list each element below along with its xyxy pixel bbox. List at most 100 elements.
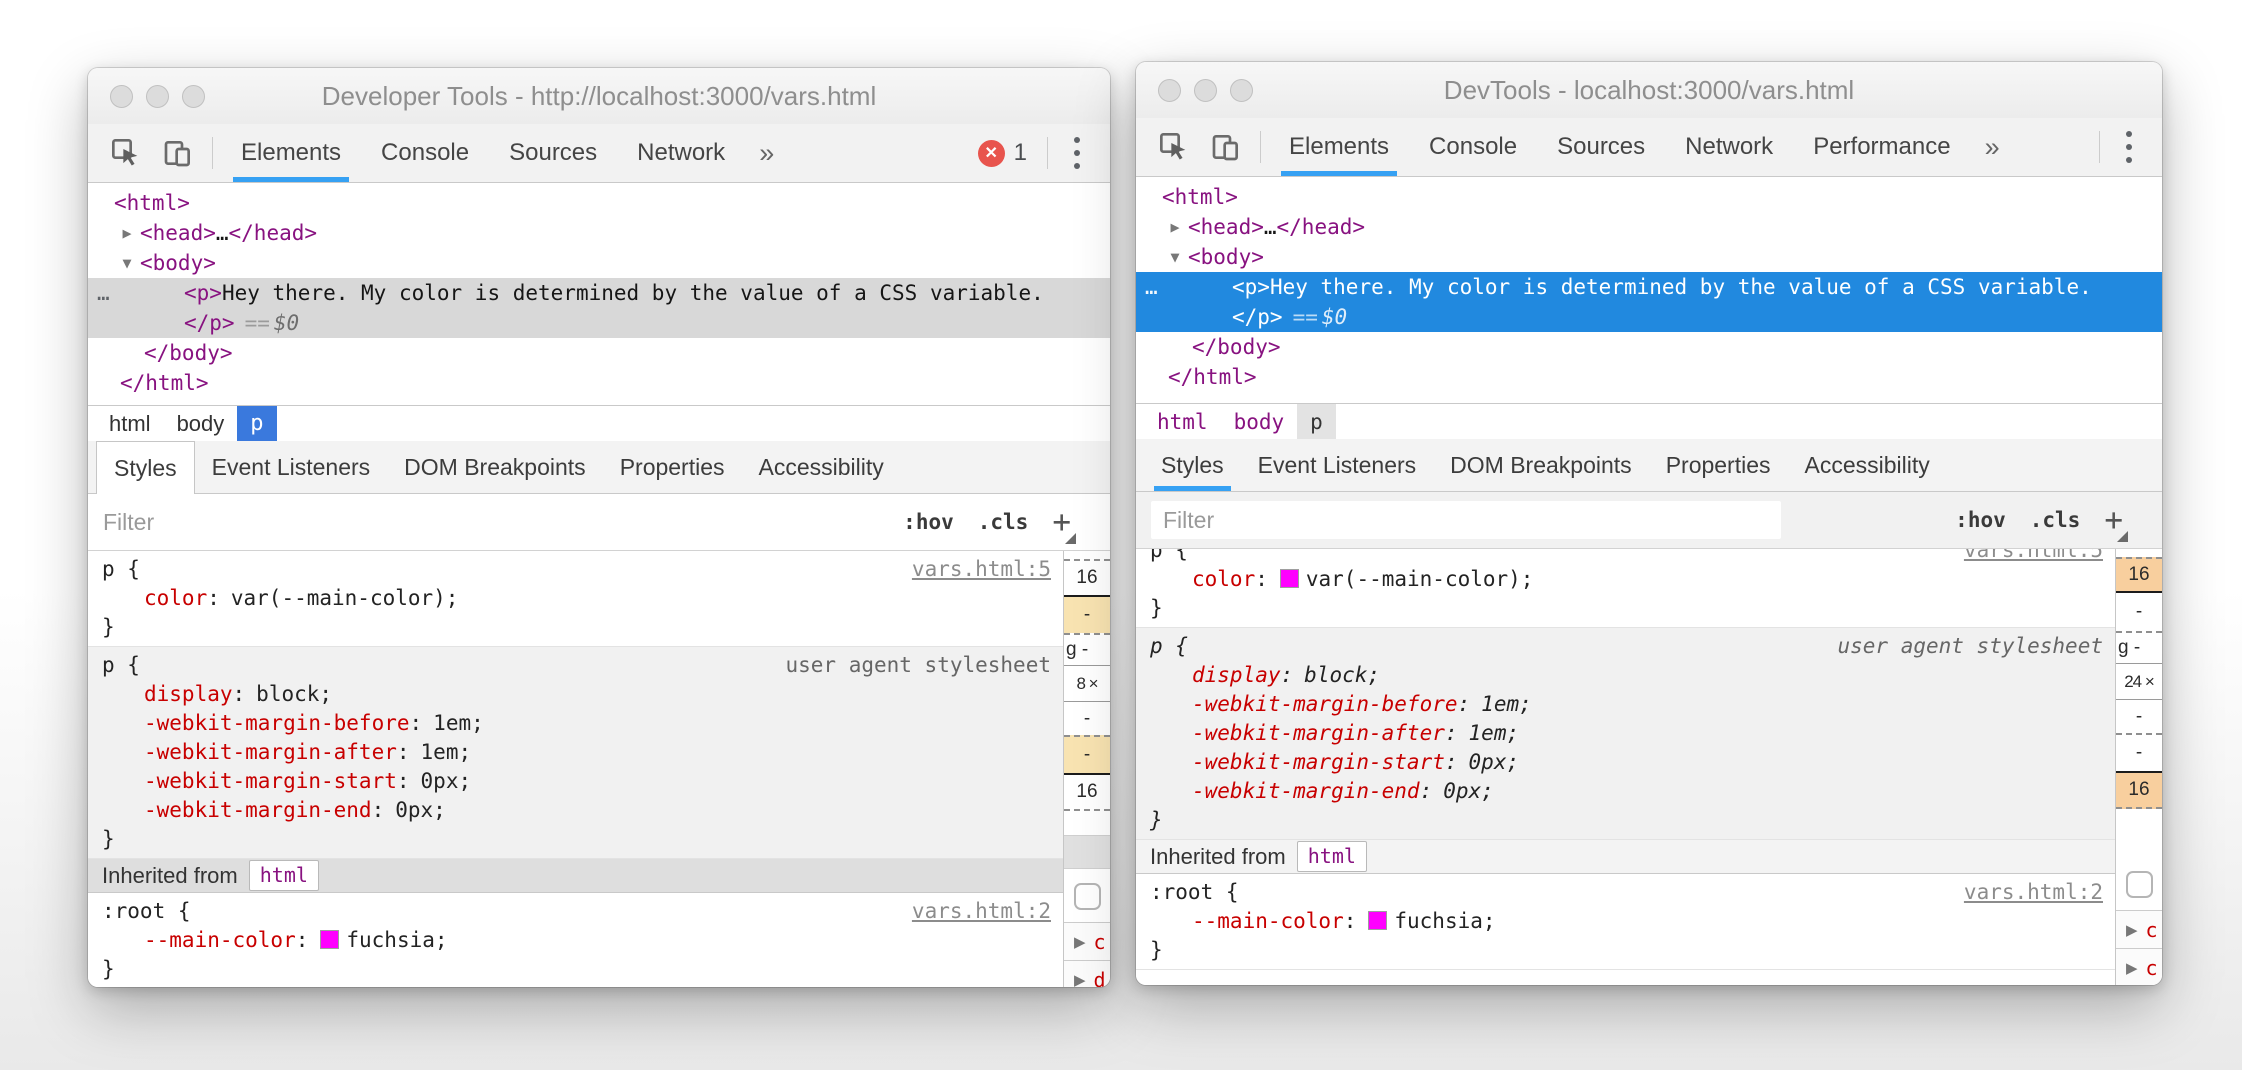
kebab-menu-icon[interactable] (2108, 118, 2150, 176)
tab-network[interactable]: Network (1665, 118, 1793, 176)
box-model-margin-bottom[interactable]: 16 (1064, 773, 1110, 811)
box-model-content[interactable]: 24 × (2116, 663, 2162, 699)
css-property[interactable]: -webkit-margin-end:0px; (1150, 777, 2101, 806)
css-property[interactable]: -webkit-margin-before:1em; (1150, 690, 2101, 719)
dom-node-html-close[interactable]: </html> (1136, 362, 2162, 392)
titlebar[interactable]: DevTools - localhost:3000/vars.html (1136, 62, 2162, 118)
source-link[interactable]: vars.html:5 (1964, 549, 2103, 565)
tab-elements[interactable]: Elements (1269, 118, 1409, 176)
rule-selector[interactable]: p { (1150, 549, 2101, 565)
source-link[interactable]: vars.html:2 (912, 897, 1051, 926)
breadcrumb-html[interactable]: html (1144, 404, 1221, 439)
filter-input[interactable]: Filter (1151, 501, 1781, 539)
computed-property-row[interactable]: ▶c (2116, 948, 2162, 985)
hover-state-button[interactable]: :hov (903, 510, 954, 534)
css-property[interactable]: -webkit-margin-start:0px; (1150, 748, 2101, 777)
kebab-menu-icon[interactable] (1056, 124, 1098, 182)
filter-input[interactable]: Filter (103, 509, 154, 536)
computed-property-row[interactable]: ▶c (2116, 910, 2162, 948)
more-tabs-icon[interactable]: » (1971, 118, 2014, 176)
css-property[interactable]: -webkit-margin-start:0px; (102, 767, 1049, 796)
error-count-badge[interactable]: ✕ 1 (966, 124, 1039, 182)
device-toolbar-icon[interactable] (152, 124, 204, 182)
css-property[interactable]: display:block; (1150, 661, 2101, 690)
dom-node-body[interactable]: ▼<body> (1136, 242, 2162, 272)
tab-dom-breakpoints[interactable]: DOM Breakpoints (387, 441, 603, 493)
show-all-checkbox[interactable] (2126, 871, 2153, 898)
tab-properties[interactable]: Properties (603, 441, 742, 493)
box-model-border[interactable]: - (1064, 735, 1110, 773)
box-model-border[interactable]: - (1064, 595, 1110, 633)
css-property[interactable]: -webkit-margin-before:1em; (102, 709, 1049, 738)
chevron-right-icon[interactable]: ▶ (114, 218, 140, 248)
box-model-content[interactable]: 8 × (1064, 665, 1110, 701)
box-model-padding[interactable]: - (2116, 699, 2162, 733)
dom-node-html[interactable]: <html> (1136, 182, 2162, 212)
inspect-icon[interactable] (1148, 118, 1200, 176)
tab-properties[interactable]: Properties (1649, 439, 1788, 491)
color-swatch[interactable] (1368, 911, 1387, 930)
tab-accessibility[interactable]: Accessibility (742, 441, 901, 493)
breadcrumb-body[interactable]: body (164, 406, 238, 441)
inherited-node-link[interactable]: html (249, 860, 319, 891)
close-button[interactable] (110, 85, 133, 108)
css-property[interactable]: --main-color:fuchsia; (1150, 907, 2101, 936)
tab-network[interactable]: Network (617, 124, 745, 182)
tab-elements[interactable]: Elements (221, 124, 361, 182)
dom-node-head[interactable]: ▶<head>…</head> (1136, 212, 2162, 242)
css-property[interactable]: color:var(--main-color); (102, 584, 1049, 613)
box-model-border[interactable]: - (2116, 733, 2162, 771)
tab-dom-breakpoints[interactable]: DOM Breakpoints (1433, 439, 1649, 491)
dom-node-head[interactable]: ▶<head>…</head> (88, 218, 1110, 248)
breadcrumb-html[interactable]: html (96, 406, 164, 441)
tab-console[interactable]: Console (361, 124, 489, 182)
tab-event-listeners[interactable]: Event Listeners (1241, 439, 1434, 491)
chevron-down-icon[interactable]: ▼ (114, 248, 140, 278)
dom-node-html[interactable]: <html> (88, 188, 1110, 218)
dom-node-p-selected[interactable]: …<p>Hey there. My color is determined by… (88, 278, 1110, 338)
color-swatch[interactable] (1280, 569, 1299, 588)
minimize-button[interactable] (146, 85, 169, 108)
tab-accessibility[interactable]: Accessibility (1788, 439, 1947, 491)
tab-sources[interactable]: Sources (1537, 118, 1665, 176)
tab-event-listeners[interactable]: Event Listeners (195, 441, 388, 493)
dom-node-body-close[interactable]: </body> (88, 338, 1110, 368)
tab-console[interactable]: Console (1409, 118, 1537, 176)
css-property[interactable]: display:block; (102, 680, 1049, 709)
tab-styles[interactable]: Styles (96, 441, 195, 494)
tab-performance[interactable]: Performance (1793, 118, 1970, 176)
css-property[interactable]: --main-color:fuchsia; (102, 926, 1049, 955)
zoom-button[interactable] (182, 85, 205, 108)
source-link[interactable]: vars.html:5 (912, 555, 1051, 584)
inspect-icon[interactable] (100, 124, 152, 182)
inherited-node-link[interactable]: html (1297, 841, 1367, 872)
box-model-margin-top[interactable]: 16 (2116, 557, 2162, 593)
box-model-margin-top[interactable]: 16 (1064, 559, 1110, 595)
breadcrumb-body[interactable]: body (1221, 404, 1298, 439)
box-model-margin-bottom[interactable]: 16 (2116, 771, 2162, 809)
source-link[interactable]: vars.html:2 (1964, 878, 2103, 907)
rule-selector[interactable]: p { (102, 555, 1049, 584)
resize-corner-icon[interactable] (2117, 531, 2128, 542)
box-model-padding[interactable]: g - (1064, 633, 1110, 665)
computed-property-row[interactable]: ▶c (1064, 922, 1110, 960)
breadcrumb-p-selected[interactable]: p (237, 406, 276, 441)
hover-state-button[interactable]: :hov (1955, 508, 2006, 532)
close-button[interactable] (1158, 79, 1181, 102)
tab-sources[interactable]: Sources (489, 124, 617, 182)
dom-node-body[interactable]: ▼<body> (88, 248, 1110, 278)
tab-styles[interactable]: Styles (1144, 439, 1241, 491)
dom-node-p-selected[interactable]: …<p>Hey there. My color is determined by… (1136, 272, 2162, 332)
css-property[interactable]: -webkit-margin-after:1em; (1150, 719, 2101, 748)
box-model-padding[interactable]: g - (2116, 631, 2162, 663)
dom-node-html-close[interactable]: </html> (88, 368, 1110, 398)
css-property[interactable]: color:var(--main-color); (1150, 565, 2101, 594)
rule-selector[interactable]: :root { (1150, 878, 2101, 907)
dom-node-body-close[interactable]: </body> (1136, 332, 2162, 362)
chevron-down-icon[interactable]: ▼ (1162, 242, 1188, 272)
class-toggle-button[interactable]: .cls (978, 510, 1029, 534)
computed-property-row[interactable]: ▶d (1064, 960, 1110, 987)
show-all-checkbox[interactable] (1074, 883, 1101, 910)
device-toolbar-icon[interactable] (1200, 118, 1252, 176)
class-toggle-button[interactable]: .cls (2030, 508, 2081, 532)
